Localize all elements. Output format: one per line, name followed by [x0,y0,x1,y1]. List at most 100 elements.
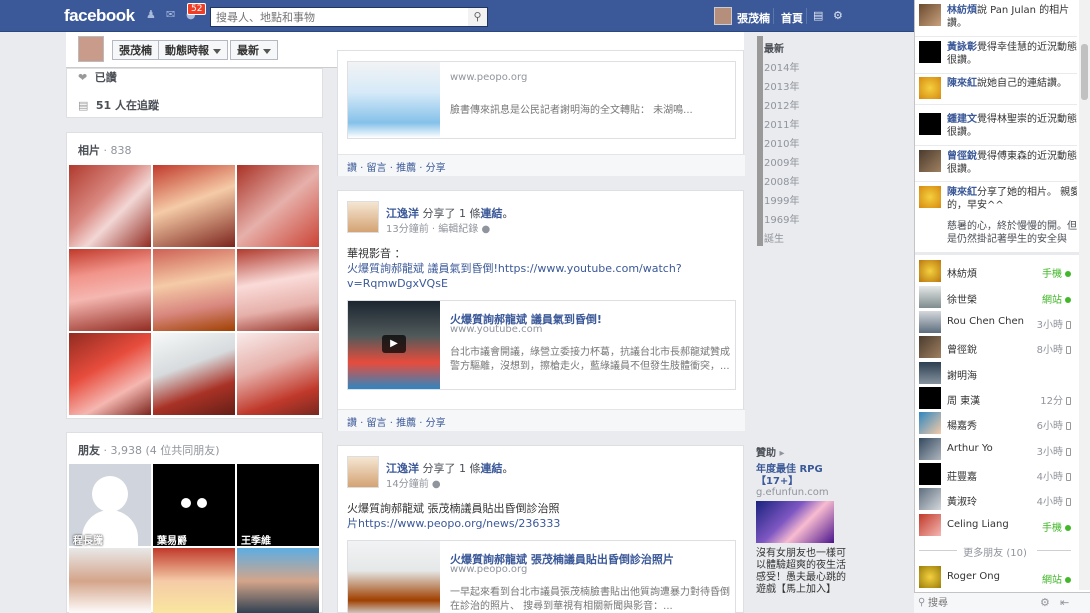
post-url-link[interactable]: 片https://www.peopo.org/news/236333 [347,516,737,531]
eye-icon [181,498,191,508]
friend-card[interactable] [153,548,235,613]
comment-link[interactable]: 留言 [367,418,387,429]
timeline-item[interactable]: 2014年 [764,59,799,74]
user-avatar[interactable] [714,7,732,25]
friend-name: Roger Ong [947,571,1000,582]
ticker-name: 曾徑銳 [947,151,977,162]
search-icon[interactable]: ⚲ [468,8,487,26]
chat-friend[interactable]: Roger Ong 網站 [919,566,1071,588]
photo-thumb[interactable] [237,333,319,415]
timeline-item[interactable]: 最新 [764,40,784,55]
chat-friend[interactable]: 周 東漢 12分 [919,387,1071,409]
timeline-item[interactable]: 2008年 [764,173,799,188]
ticker-item[interactable]: 陳來紅說她自己的連結讚。 [919,77,1077,99]
gear-icon[interactable]: ⚙ [1040,596,1050,609]
ad-title[interactable]: 年度最佳 RPG【17+】 [756,464,856,488]
ticker-item[interactable]: 鍾建文覺得林聖崇的近況動態很讚。 [919,113,1077,143]
chat-friend[interactable]: 莊豐嘉 4小時 [919,463,1071,485]
ticker-item[interactable]: 林紡煩說 Pan Julan 的相片讚。 [919,4,1077,34]
friend-avatar [919,362,941,384]
friend-requests-icon[interactable]: ♟ [146,9,160,21]
recent-dropdown[interactable]: 最新 [230,40,278,60]
facebook-logo[interactable]: facebook [64,6,135,26]
photo-thumb[interactable] [69,165,151,247]
comment-link[interactable]: 留言 [367,163,387,174]
link-word-link[interactable]: 連結 [481,207,503,220]
photo-thumb[interactable] [153,249,235,331]
photos-title[interactable]: 相片 · 838 [78,142,132,158]
chat-friend[interactable]: 曾徑銳 8小時 [919,336,1071,358]
timeline-item[interactable]: 2012年 [764,97,799,112]
search-input[interactable] [210,7,488,27]
timeline-item[interactable]: 2009年 [764,154,799,169]
chat-friend[interactable]: Arthur Yo 3小時 [919,438,1071,460]
photo-thumb[interactable] [153,165,235,247]
friend-card[interactable]: 程長騰 [69,464,151,547]
author-name-link[interactable]: 江逸洋 [386,207,419,220]
post-url-link[interactable]: 火爆質詢郝龍斌 議員氣到昏倒!https://www.youtube.com/w… [347,261,737,276]
post-header: 江逸洋 分享了 1 條連結。 [386,462,514,475]
link-domain: www.peopo.org [450,564,528,575]
timeline-item[interactable]: 2011年 [764,116,799,131]
timeline-item[interactable]: 2013年 [764,78,799,93]
home-link[interactable]: 首頁 [781,10,803,26]
profile-name-button[interactable]: 張茂楠 [112,40,159,60]
ticker-resize-handle[interactable] [915,252,1079,255]
ticker-item[interactable]: 曾徑銳覺得傅東森的近況動態很讚。 [919,150,1077,180]
chat-friend[interactable]: Celing Liang 手機 [919,514,1071,536]
ticker-item[interactable]: 黃詠彰覺得幸佳慧的近況動態很讚。 [919,41,1077,71]
photo-thumb[interactable] [237,165,319,247]
photo-thumb[interactable] [69,333,151,415]
liked-row[interactable]: ❤ 已讚 [78,69,117,85]
friends-title[interactable]: 朋友 · 3,938 (4 位共同朋友) [78,442,220,458]
chat-friend[interactable]: 楊嘉秀 6小時 [919,412,1071,434]
chat-friend[interactable]: Rou Chen Chen 3小時 [919,311,1071,333]
link-word-link[interactable]: 連結 [481,462,503,475]
share-link[interactable]: 分享 [426,418,446,429]
friend-card[interactable]: 葉易爵 [153,464,235,547]
ad-image[interactable] [756,501,834,543]
post-url-link[interactable]: v=RqmwDgxVQsE [347,276,737,291]
chat-friend[interactable]: 黃淑玲 4小時 [919,488,1071,510]
friend-card[interactable]: 王季維 [237,464,319,547]
profile-avatar[interactable] [78,36,104,62]
timeline-item[interactable]: 誕生 [764,230,784,245]
messages-icon[interactable]: ✉ [166,9,180,21]
timeline-dropdown[interactable]: 動態時報 [158,40,228,60]
friend-card[interactable] [69,548,151,613]
gear-icon[interactable]: ⚙ [833,9,843,22]
link-preview[interactable]: 火爆質詢郝龍斌 張茂楠議員貼出昏倒診治照片 www.peopo.org 一早起來… [347,540,736,613]
author-avatar[interactable] [347,456,379,488]
timeline-item[interactable]: 1969年 [764,211,799,226]
friend-card[interactable] [237,548,319,613]
video-thumbnail[interactable]: ▶ [348,301,440,389]
recommend-link[interactable]: 推薦 [396,163,416,174]
like-link[interactable]: 讚 [347,418,357,429]
share-link[interactable]: 分享 [426,163,446,174]
chat-friend[interactable]: 徐世榮 網站 [919,286,1071,308]
author-avatar[interactable] [347,201,379,233]
chat-search-input[interactable] [928,596,1028,611]
link-preview[interactable]: ▶ 火爆質詢郝龍斌 議員氣到昏倒! www.youtube.com 台北市議會開… [347,300,736,390]
photo-thumb[interactable] [153,333,235,415]
user-name-link[interactable]: 張茂楠 [737,10,770,26]
author-name-link[interactable]: 江逸洋 [386,462,419,475]
photo-thumb[interactable] [69,249,151,331]
followers-row[interactable]: ▤ 51 人在追蹤 [78,97,159,113]
ticker-item[interactable]: 陳來紅分享了她的相片。 親愛的，早安^^ 慈暑的心，終於慢慢的開。但是仍然掛記著… [919,186,1077,244]
like-link[interactable]: 讚 [347,163,357,174]
link-preview[interactable]: www.peopo.org 臉書傳來訊息是公民記者謝明海的全文轉貼： 未湖鳴..… [347,61,736,139]
timeline-scrubber-bar [757,36,763,246]
post-timestamp[interactable]: 14分鐘前 ● [386,475,441,490]
play-icon[interactable]: ▶ [382,335,406,353]
timeline-item[interactable]: 1999年 [764,192,799,207]
chat-scrollbar-thumb[interactable] [1081,44,1088,100]
hide-sidebar-icon[interactable]: ⇤ [1060,596,1069,609]
photo-thumb[interactable] [237,249,319,331]
post-timestamp[interactable]: 13分鐘前 · 編輯紀錄 ● [386,220,490,235]
recommend-link[interactable]: 推薦 [396,418,416,429]
chat-friend[interactable]: 林紡煩 手機 [919,260,1071,282]
chat-friend[interactable]: 謝明海 [919,362,1071,384]
privacy-shortcuts-icon[interactable]: ▤ [813,9,823,22]
timeline-item[interactable]: 2010年 [764,135,799,150]
